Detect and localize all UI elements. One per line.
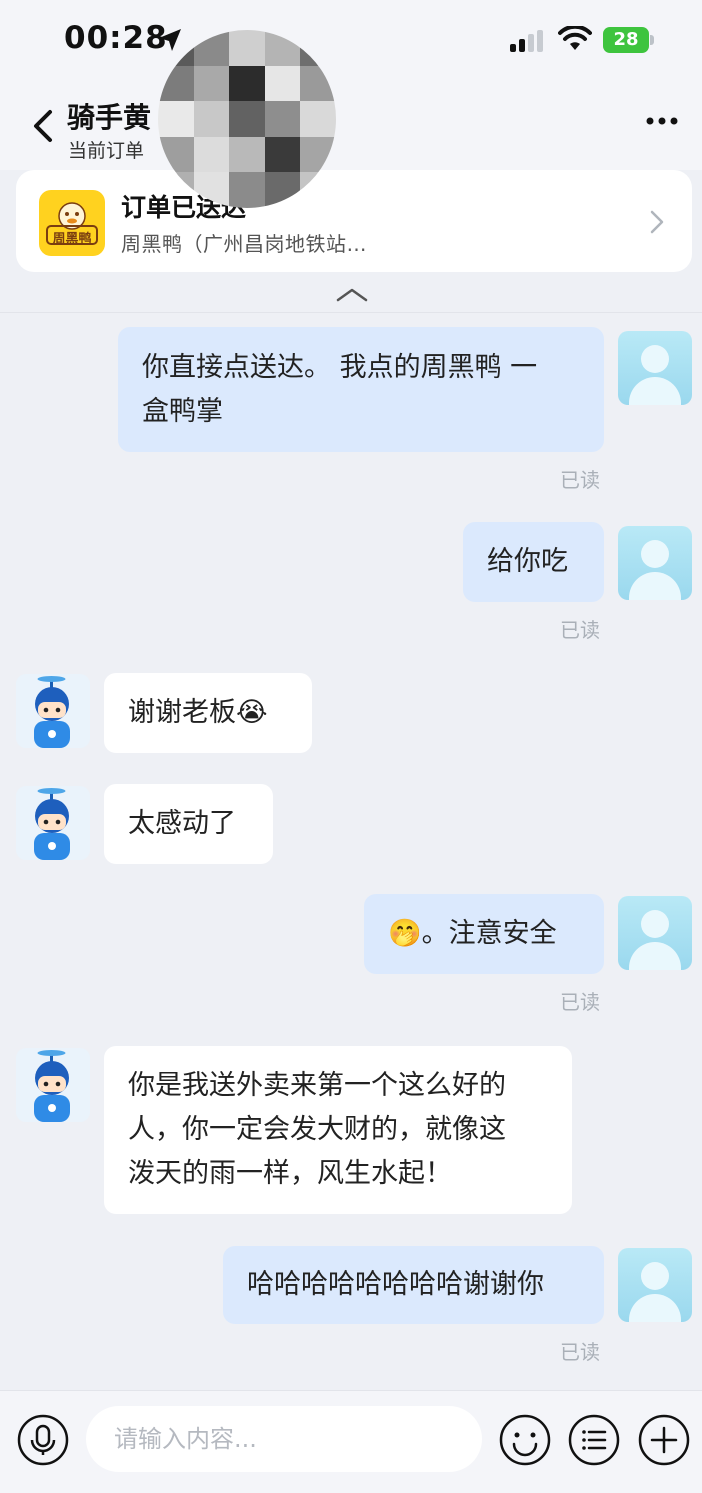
my-avatar[interactable] bbox=[618, 331, 692, 405]
plus-icon[interactable] bbox=[637, 1413, 691, 1467]
battery-indicator: 28 bbox=[603, 27, 654, 53]
current-order-card[interactable]: 周黑鸭 订单已送达 周黑鸭（广州昌岗地铁站… bbox=[16, 170, 692, 272]
collapse-chevron-icon[interactable] bbox=[334, 284, 370, 304]
voice-icon[interactable] bbox=[16, 1413, 70, 1467]
pixelated-profile-photo bbox=[158, 30, 336, 208]
message-line: 你直接点送达。 我点的周黑鸭 一 bbox=[142, 352, 538, 383]
rider-avatar[interactable] bbox=[16, 786, 90, 860]
wifi-icon bbox=[558, 26, 592, 50]
message-line: 太感动了 bbox=[128, 808, 236, 839]
read-receipt: 已读 bbox=[560, 990, 600, 1014]
quick-reply-icon[interactable] bbox=[567, 1413, 621, 1467]
battery-cap bbox=[650, 35, 654, 45]
message-bubble-outgoing[interactable]: 哈哈哈哈哈哈哈哈谢谢你 bbox=[223, 1246, 604, 1324]
message-line: 盒鸭掌 bbox=[142, 396, 223, 427]
message-bubble-outgoing[interactable]: 你直接点送达。 我点的周黑鸭 一 盒鸭掌 bbox=[118, 327, 604, 452]
store-logo: 周黑鸭 bbox=[39, 190, 105, 256]
rider-avatar[interactable] bbox=[16, 674, 90, 748]
chevron-right-icon bbox=[650, 210, 664, 234]
message-input-bar bbox=[0, 1390, 702, 1493]
my-avatar[interactable] bbox=[618, 896, 692, 970]
message-bubble-outgoing[interactable]: 🤭。注意安全 bbox=[364, 894, 604, 974]
store-name: 周黑鸭（广州昌岗地铁站… bbox=[121, 232, 367, 256]
page-title: 骑手黄 bbox=[67, 101, 152, 134]
message-bubble-incoming[interactable]: 太感动了 bbox=[104, 784, 273, 864]
message-line: 🤭。注意安全 bbox=[388, 918, 557, 949]
message-bubble-outgoing[interactable]: 给你吃 bbox=[463, 522, 604, 602]
message-line: 人，你一定会发大财的，就像这 bbox=[128, 1114, 506, 1145]
message-line: 你是我送外卖来第一个这么好的 bbox=[128, 1070, 506, 1101]
location-arrow-icon bbox=[159, 29, 181, 51]
message-line: 给你吃 bbox=[487, 546, 568, 577]
chat-header: 骑手黄 当前订单 bbox=[0, 80, 702, 170]
read-receipt: 已读 bbox=[560, 618, 600, 642]
more-icon[interactable] bbox=[642, 114, 682, 128]
status-bar: 00:28 28 bbox=[0, 0, 702, 80]
divider bbox=[0, 312, 702, 313]
status-time: 00:28 bbox=[64, 20, 168, 56]
battery-level: 28 bbox=[603, 27, 649, 53]
read-receipt: 已读 bbox=[560, 468, 600, 492]
message-bubble-incoming[interactable]: 你是我送外卖来第一个这么好的 人，你一定会发大财的，就像这 泼天的雨一样，风生水… bbox=[104, 1046, 572, 1214]
emoji-icon[interactable] bbox=[498, 1413, 552, 1467]
rider-avatar[interactable] bbox=[16, 1048, 90, 1122]
read-receipt: 已读 bbox=[560, 1340, 600, 1364]
message-bubble-incoming[interactable]: 谢谢老板😭 bbox=[104, 673, 312, 753]
signal-icon bbox=[510, 30, 543, 52]
my-avatar[interactable] bbox=[618, 526, 692, 600]
message-line: 泼天的雨一样，风生水起！ bbox=[128, 1158, 452, 1189]
message-line: 谢谢老板😭 bbox=[128, 697, 268, 728]
logo-text: 周黑鸭 bbox=[52, 232, 92, 247]
page-subtitle: 当前订单 bbox=[68, 140, 145, 162]
my-avatar[interactable] bbox=[618, 1248, 692, 1322]
message-input[interactable] bbox=[86, 1406, 482, 1472]
message-line: 哈哈哈哈哈哈哈哈谢谢你 bbox=[247, 1269, 544, 1300]
back-icon[interactable] bbox=[28, 106, 58, 146]
